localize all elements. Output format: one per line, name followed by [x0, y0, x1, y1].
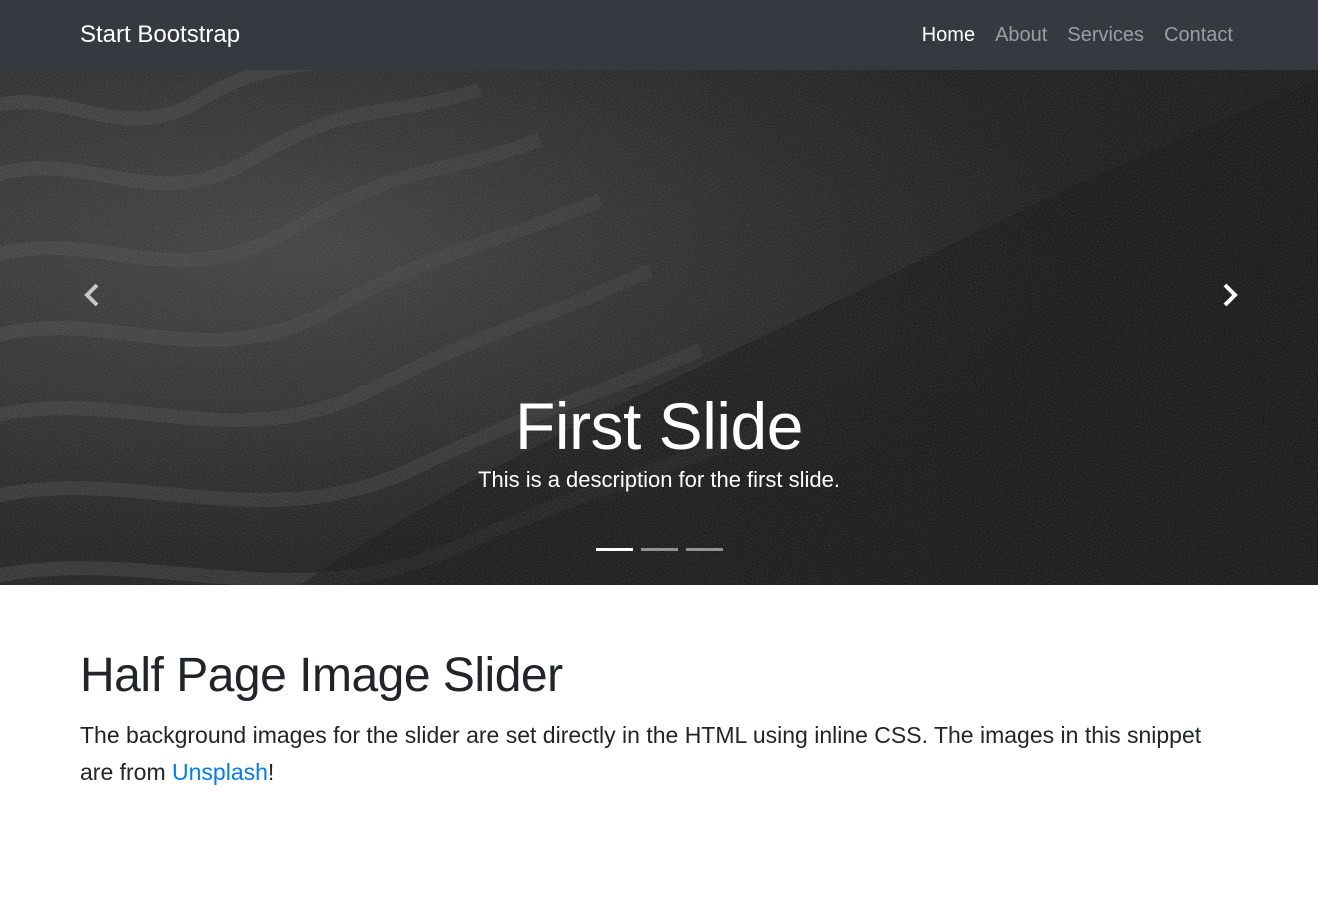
image-slider: First Slide This is a description for th… [0, 70, 1318, 585]
navbar: Start Bootstrap Home About Services Cont… [0, 0, 1318, 70]
nav-link-contact[interactable]: Contact [1164, 24, 1233, 46]
carousel-indicator-2[interactable] [640, 548, 678, 551]
nav-item-about: About [995, 20, 1047, 50]
slide-title: First Slide [515, 389, 803, 463]
main-content: Half Page Image Slider The background im… [80, 645, 1240, 791]
nav-link-about[interactable]: About [995, 24, 1047, 46]
nav-link-services[interactable]: Services [1067, 24, 1144, 46]
nav-link-home[interactable]: Home [922, 24, 975, 46]
carousel-indicator-1[interactable] [595, 548, 633, 551]
nav-item-contact: Contact [1164, 20, 1233, 50]
description-end: ! [267, 759, 275, 785]
carousel-indicator-3[interactable] [685, 548, 723, 551]
nav-item-services: Services [1067, 20, 1144, 50]
nav-links: Home About Services Contact [922, 20, 1233, 50]
chevron-right-icon [1223, 283, 1238, 307]
page-description: The background images for the slider are… [80, 717, 1240, 791]
unsplash-link[interactable]: Unsplash [172, 759, 268, 785]
chevron-left-icon [84, 283, 99, 307]
navbar-brand[interactable]: Start Bootstrap [80, 20, 240, 50]
carousel-indicators [0, 548, 1318, 551]
slide-description: This is a description for the first slid… [478, 467, 840, 492]
carousel-next-button[interactable] [1210, 275, 1250, 315]
page-heading: Half Page Image Slider [80, 649, 563, 702]
nav-item-home: Home [922, 20, 975, 50]
slide-caption: First Slide This is a description for th… [0, 388, 1318, 496]
carousel-prev-button[interactable] [72, 275, 112, 315]
slide-background-image [0, 70, 1318, 585]
